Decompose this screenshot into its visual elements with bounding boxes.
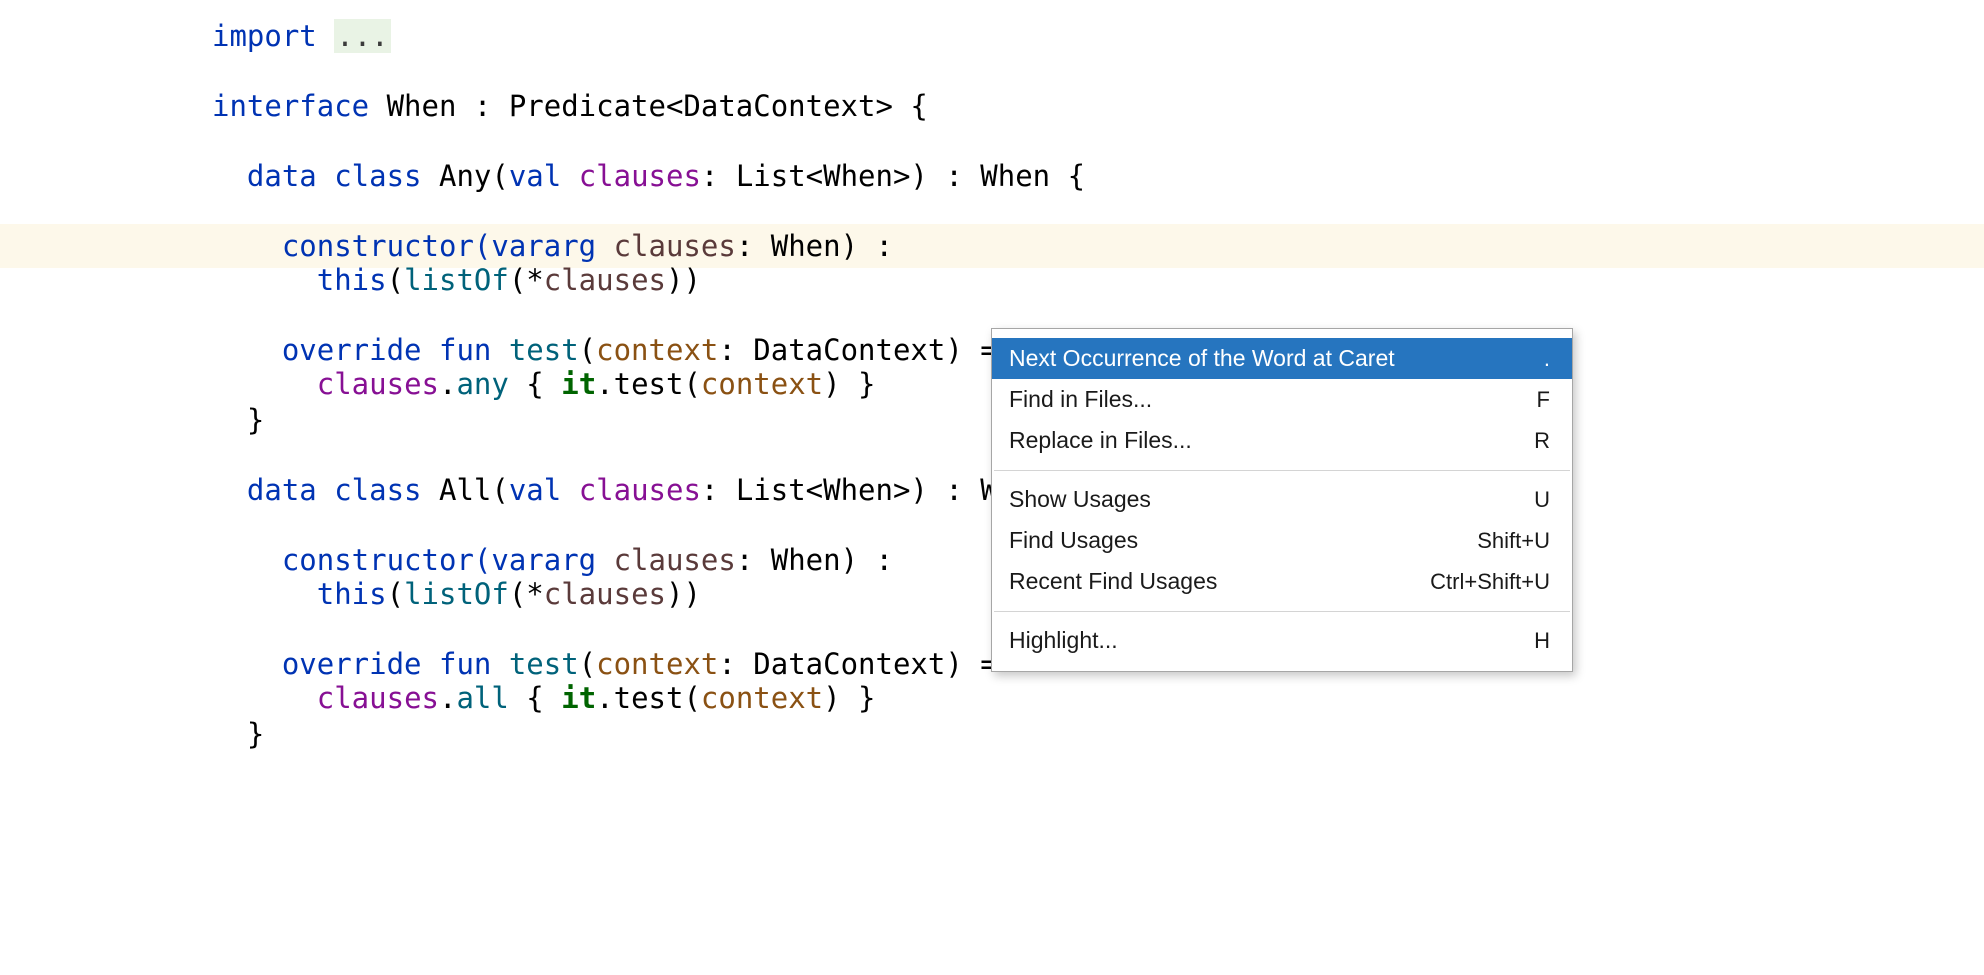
code-token: : List<When>) : When { bbox=[700, 159, 1086, 193]
code-token: val bbox=[508, 159, 562, 193]
code-token: .test( bbox=[596, 367, 701, 401]
code-token: context bbox=[700, 367, 824, 401]
code-token: .test( bbox=[596, 681, 701, 715]
code-token: Any( bbox=[421, 159, 509, 193]
context-menu-item-label: Show Usages bbox=[1009, 486, 1151, 512]
code-token: ( bbox=[386, 263, 405, 297]
code-line[interactable]: import ... bbox=[0, 14, 1984, 58]
code-token: clauses bbox=[543, 263, 666, 297]
code-token: } bbox=[212, 717, 265, 751]
code-token: )) bbox=[665, 263, 701, 297]
code-token: )) bbox=[665, 577, 701, 611]
code-token: data class bbox=[246, 159, 422, 193]
context-menu-item[interactable]: Find in Files... F bbox=[992, 379, 1572, 420]
code-line-text: data class Any(val clauses: List<When>) … bbox=[0, 154, 1085, 198]
context-menu-item-shortcut: H bbox=[1534, 628, 1550, 653]
context-menu-item[interactable]: Recent Find Usages Ctrl+Shift+U bbox=[992, 561, 1572, 602]
code-token: ) } bbox=[823, 367, 876, 401]
code-token: this bbox=[316, 263, 387, 297]
code-line-text: this(listOf(*clauses)) bbox=[0, 258, 701, 302]
code-token: listOf bbox=[404, 263, 509, 297]
code-line-text: interface When : Predicate<DataContext> … bbox=[0, 84, 928, 128]
context-menu-item-shortcut: . bbox=[1543, 346, 1550, 371]
find-context-menu[interactable]: Next Occurrence of the Word at Caret. Fin… bbox=[991, 328, 1573, 672]
code-line[interactable]: data class Any(val clauses: List<When>) … bbox=[0, 154, 1984, 198]
context-menu-item-list: Next Occurrence of the Word at Caret. Fin… bbox=[992, 338, 1572, 661]
context-menu-item[interactable]: Show Usages U bbox=[992, 479, 1572, 520]
code-token: context bbox=[700, 681, 824, 715]
context-menu-item[interactable]: Highlight... H bbox=[992, 620, 1572, 661]
context-menu-item-shortcut: Ctrl+Shift+U bbox=[1430, 569, 1550, 594]
context-menu-item-label: Recent Find Usages bbox=[1009, 568, 1218, 594]
context-menu-item[interactable]: Next Occurrence of the Word at Caret. bbox=[992, 338, 1572, 379]
code-token: clauses bbox=[578, 159, 701, 193]
context-menu-item-shortcut: R bbox=[1534, 428, 1550, 453]
code-token: all bbox=[456, 681, 509, 715]
code-token: All( bbox=[421, 473, 509, 507]
code-token: listOf bbox=[404, 577, 509, 611]
code-token: val bbox=[508, 473, 562, 507]
code-token: . bbox=[438, 367, 457, 401]
context-menu-item-label: Find Usages bbox=[1009, 527, 1139, 553]
code-line-text: this(listOf(*clauses)) bbox=[0, 572, 701, 616]
code-token: { bbox=[508, 367, 562, 401]
code-token: ) } bbox=[823, 681, 876, 715]
context-menu-separator bbox=[994, 470, 1570, 471]
code-token: } bbox=[212, 403, 265, 437]
code-token: it bbox=[561, 681, 597, 715]
context-menu-item-shortcut: Shift+U bbox=[1477, 528, 1550, 553]
code-token: ( bbox=[386, 577, 405, 611]
code-token: clauses bbox=[316, 367, 439, 401]
code-token: clauses bbox=[543, 577, 666, 611]
context-menu-item[interactable]: Replace in Files... R bbox=[992, 420, 1572, 461]
code-token: { bbox=[508, 681, 562, 715]
code-line[interactable]: this(listOf(*clauses)) bbox=[0, 258, 1984, 302]
code-token: it bbox=[561, 367, 597, 401]
code-token: When : Predicate<DataContext> { bbox=[369, 89, 928, 123]
context-menu-item-shortcut: U bbox=[1534, 487, 1550, 512]
context-menu-item[interactable]: Find Usages Shift+U bbox=[992, 520, 1572, 561]
code-token: any bbox=[456, 367, 509, 401]
code-line-text: } bbox=[0, 712, 264, 756]
context-menu-item-label: Highlight... bbox=[1009, 627, 1118, 653]
code-token: import bbox=[212, 19, 317, 53]
code-token: . bbox=[438, 681, 457, 715]
code-token: interface bbox=[212, 89, 370, 123]
context-menu-item-label: Find in Files... bbox=[1009, 386, 1153, 412]
code-token: clauses bbox=[316, 681, 439, 715]
folded-imports-region[interactable]: ... bbox=[334, 19, 391, 53]
code-token: (* bbox=[508, 263, 544, 297]
code-token: clauses bbox=[578, 473, 701, 507]
code-line-text: data class All(val clauses: List<When>) … bbox=[0, 468, 1085, 512]
code-token: this bbox=[316, 577, 387, 611]
code-line-text: } bbox=[0, 398, 264, 442]
code-token: (* bbox=[508, 577, 544, 611]
code-line[interactable]: interface When : Predicate<DataContext> … bbox=[0, 84, 1984, 128]
context-menu-separator bbox=[994, 611, 1570, 612]
context-menu-item-shortcut: F bbox=[1536, 387, 1550, 412]
code-token: data class bbox=[246, 473, 422, 507]
context-menu-item-label: Next Occurrence of the Word at Caret bbox=[1009, 345, 1395, 371]
code-line-text: import ... bbox=[0, 14, 391, 58]
context-menu-item-label: Replace in Files... bbox=[1009, 427, 1192, 453]
code-line[interactable]: } bbox=[0, 712, 1984, 756]
